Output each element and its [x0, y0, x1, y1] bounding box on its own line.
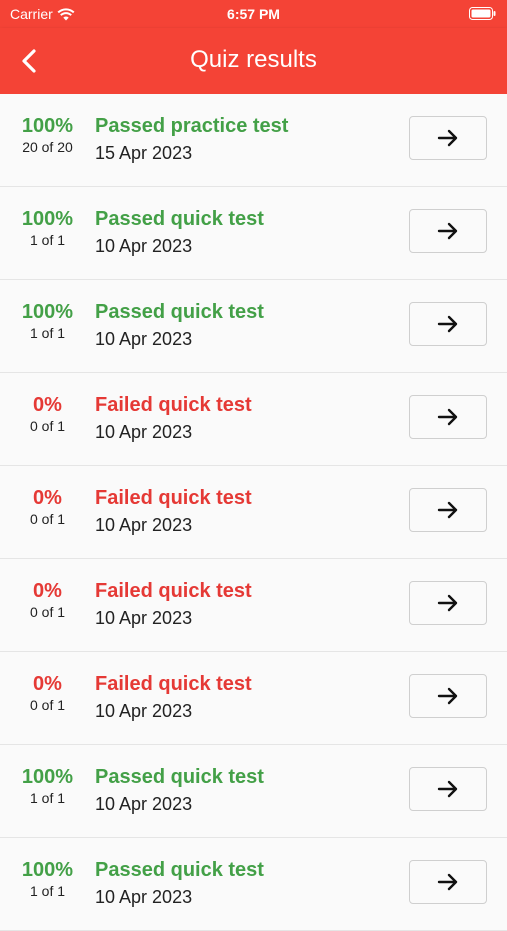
view-result-button[interactable]: [409, 116, 487, 160]
nav-bar: Quiz results: [0, 28, 507, 94]
result-info: Passed quick test 10 Apr 2023: [95, 765, 264, 817]
score-column: 0% 0 of 1: [10, 393, 85, 435]
result-info: Failed quick test 10 Apr 2023: [95, 579, 252, 631]
view-result-button[interactable]: [409, 674, 487, 718]
result-date: 10 Apr 2023: [95, 422, 193, 442]
arrow-right-icon: [437, 408, 458, 426]
score-count: 1 of 1: [29, 325, 66, 341]
result-title: Failed quick test: [95, 394, 252, 416]
result-info: Passed practice test 15 Apr 2023: [95, 114, 288, 166]
result-info: Passed quick test 10 Apr 2023: [95, 300, 264, 352]
view-result-button[interactable]: [409, 581, 487, 625]
score-percent: 0%: [33, 487, 62, 509]
result-info: Passed quick test 10 Apr 2023: [95, 858, 264, 910]
result-title: Passed quick test: [95, 859, 264, 881]
result-row: 100% 1 of 1 Passed quick test 10 Apr 202…: [0, 187, 507, 280]
result-row: 0% 0 of 1 Failed quick test 10 Apr 2023: [0, 373, 507, 466]
arrow-right-icon: [437, 687, 458, 705]
result-date: 10 Apr 2023: [95, 608, 193, 628]
view-result-button[interactable]: [409, 209, 487, 253]
score-column: 100% 1 of 1: [10, 858, 85, 900]
score-percent: 0%: [33, 394, 62, 416]
battery-icon: [469, 7, 497, 23]
result-date: 15 Apr 2023: [95, 143, 193, 163]
score-column: 0% 0 of 1: [10, 486, 85, 528]
view-result-button[interactable]: [409, 767, 487, 811]
result-row: 0% 0 of 1 Failed quick test 10 Apr 2023: [0, 559, 507, 652]
result-date: 10 Apr 2023: [95, 236, 193, 256]
result-row: 100% 1 of 1 Passed quick test 10 Apr 202…: [0, 280, 507, 373]
score-count: 0 of 1: [29, 511, 66, 527]
result-title: Passed practice test: [95, 115, 289, 137]
result-title: Failed quick test: [95, 487, 252, 509]
score-column: 100% 20 of 20: [10, 114, 85, 156]
score-percent: 100%: [21, 208, 74, 230]
score-count: 20 of 20: [22, 139, 73, 155]
score-percent: 100%: [21, 766, 74, 788]
score-column: 0% 0 of 1: [10, 672, 85, 714]
result-date: 10 Apr 2023: [95, 887, 193, 907]
arrow-right-icon: [437, 873, 458, 891]
results-list: 100% 20 of 20 Passed practice test 15 Ap…: [0, 94, 507, 931]
page-title: Quiz results: [190, 46, 317, 73]
arrow-right-icon: [437, 129, 458, 147]
result-title: Failed quick test: [95, 580, 252, 602]
score-percent: 0%: [33, 673, 62, 695]
result-date: 10 Apr 2023: [95, 701, 193, 721]
result-info: Failed quick test 10 Apr 2023: [95, 393, 252, 445]
score-percent: 100%: [21, 115, 74, 137]
result-row: 100% 1 of 1 Passed quick test 10 Apr 202…: [0, 838, 507, 931]
arrow-right-icon: [437, 594, 458, 612]
result-title: Passed quick test: [95, 766, 264, 788]
score-count: 1 of 1: [29, 883, 66, 899]
score-percent: 0%: [33, 580, 62, 602]
arrow-right-icon: [437, 780, 458, 798]
arrow-right-icon: [437, 315, 458, 333]
view-result-button[interactable]: [409, 860, 487, 904]
result-date: 10 Apr 2023: [95, 329, 193, 349]
score-count: 0 of 1: [29, 697, 66, 713]
result-title: Passed quick test: [95, 301, 264, 323]
result-info: Passed quick test 10 Apr 2023: [95, 207, 264, 259]
score-percent: 100%: [21, 859, 74, 881]
view-result-button[interactable]: [409, 302, 487, 346]
score-count: 0 of 1: [29, 418, 66, 434]
status-bar: Carrier 6:57 PM: [0, 0, 507, 28]
view-result-button[interactable]: [409, 488, 487, 532]
view-result-button[interactable]: [409, 395, 487, 439]
result-info: Failed quick test 10 Apr 2023: [95, 486, 252, 538]
result-row: 0% 0 of 1 Failed quick test 10 Apr 2023: [0, 652, 507, 745]
arrow-right-icon: [437, 501, 458, 519]
result-title: Passed quick test: [95, 208, 264, 230]
result-date: 10 Apr 2023: [95, 515, 193, 535]
score-column: 0% 0 of 1: [10, 579, 85, 621]
score-column: 100% 1 of 1: [10, 207, 85, 249]
arrow-right-icon: [437, 222, 458, 240]
result-row: 100% 20 of 20 Passed practice test 15 Ap…: [0, 94, 507, 187]
score-column: 100% 1 of 1: [10, 300, 85, 342]
result-date: 10 Apr 2023: [95, 794, 193, 814]
score-count: 1 of 1: [29, 232, 66, 248]
score-count: 0 of 1: [29, 604, 66, 620]
score-percent: 100%: [21, 301, 74, 323]
status-time: 6:57 PM: [227, 6, 280, 22]
result-title: Failed quick test: [95, 673, 252, 695]
result-row: 100% 1 of 1 Passed quick test 10 Apr 202…: [0, 745, 507, 838]
result-info: Failed quick test 10 Apr 2023: [95, 672, 252, 724]
score-count: 1 of 1: [29, 790, 66, 806]
score-column: 100% 1 of 1: [10, 765, 85, 807]
result-row: 0% 0 of 1 Failed quick test 10 Apr 2023: [0, 466, 507, 559]
